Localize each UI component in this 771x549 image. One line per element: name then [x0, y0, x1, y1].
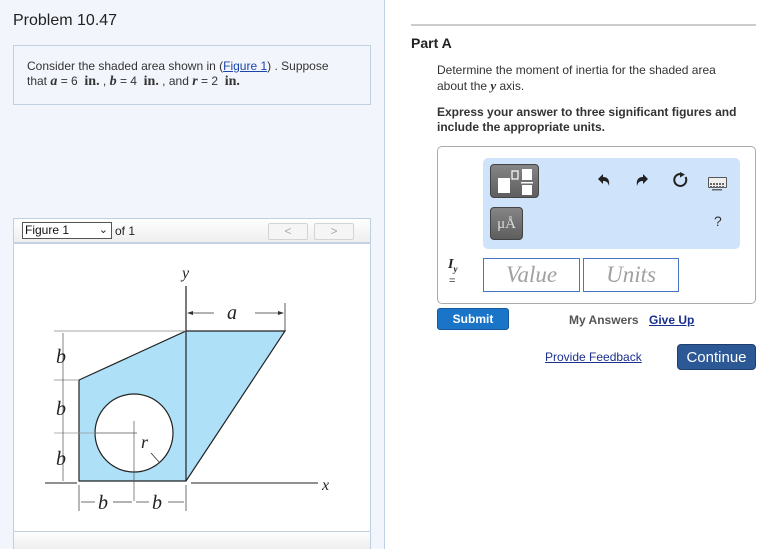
- keyboard-icon[interactable]: [708, 177, 727, 191]
- answer-box: μÅ ? Iy =: [437, 146, 756, 304]
- redo-icon[interactable]: [635, 173, 649, 187]
- a-arrowhead-right: [278, 311, 284, 315]
- b-label-left-2: b: [56, 398, 66, 420]
- templates-button[interactable]: [490, 164, 539, 198]
- give-up-link[interactable]: Give Up: [649, 313, 694, 327]
- statement-text: that: [27, 74, 51, 88]
- var-r: r: [192, 74, 198, 89]
- continue-button[interactable]: Continue: [677, 344, 756, 370]
- submit-button[interactable]: Submit: [437, 308, 509, 330]
- figure-select[interactable]: Figure 1 ⌄: [22, 222, 112, 239]
- var-r-value: 2: [211, 74, 219, 88]
- answer-label: Iy: [448, 258, 457, 276]
- problem-statement: Consider the shaded area shown in (Figur…: [13, 45, 371, 105]
- b-label-bottom-2: b: [152, 492, 162, 514]
- figure-panel: Figure 1 ⌄ of 1 < > y x a b b b r b b: [13, 218, 371, 549]
- figure-footer: [14, 531, 370, 549]
- var-b: b: [109, 74, 117, 89]
- math-toolbar: μÅ ?: [483, 158, 740, 249]
- equals-sign: =: [449, 275, 456, 287]
- chevron-down-icon: ⌄: [98, 224, 108, 236]
- value-input[interactable]: [483, 258, 580, 292]
- var-a-unit: in.: [84, 74, 100, 89]
- var-a: a: [50, 74, 58, 89]
- r-label: r: [141, 432, 149, 452]
- instruction-text: Express your answer to three significant…: [437, 105, 737, 134]
- problem-panel: Problem 10.47 Consider the shaded area s…: [0, 0, 385, 549]
- var-a-value: 6: [71, 74, 78, 88]
- divider: [411, 24, 756, 26]
- units-button[interactable]: μÅ: [490, 207, 523, 240]
- question-line: Determine the moment of inertia for the …: [437, 63, 716, 77]
- part-title: Part A: [411, 35, 452, 51]
- provide-feedback-link[interactable]: Provide Feedback: [545, 350, 642, 364]
- units-input[interactable]: [583, 258, 679, 292]
- statement-text: Consider the shaded area shown in (: [27, 59, 224, 73]
- question-line: about the: [437, 79, 491, 93]
- my-answers-label: My Answers: [569, 313, 639, 327]
- figure-select-value: Figure 1: [25, 223, 70, 237]
- y-axis-label: y: [180, 265, 190, 282]
- next-figure-button[interactable]: >: [314, 223, 354, 240]
- var-r-unit: in.: [224, 74, 240, 89]
- b-label-left-1: b: [56, 346, 66, 368]
- question-text: Determine the moment of inertia for the …: [437, 63, 757, 94]
- figure-count: of 1: [115, 224, 136, 238]
- undo-icon[interactable]: [597, 173, 611, 187]
- var-b-value: 4: [130, 74, 137, 88]
- reset-icon[interactable]: [673, 172, 689, 188]
- problem-title: Problem 10.47: [13, 12, 118, 29]
- a-label: a: [227, 302, 237, 324]
- r-arrow: [150, 452, 160, 463]
- figure-link[interactable]: Figure 1: [223, 59, 267, 73]
- question-line: axis.: [496, 79, 525, 93]
- answer-label-sub: y: [453, 263, 458, 274]
- shaded-area: [78, 330, 287, 482]
- statement-text: and: [168, 74, 189, 88]
- help-icon[interactable]: ?: [714, 213, 722, 229]
- statement-text: ) . Suppose: [267, 59, 329, 73]
- figure-toolbar: Figure 1 ⌄ of 1 < >: [14, 219, 370, 244]
- var-b-unit: in.: [143, 74, 159, 89]
- x-axis-label: x: [321, 477, 329, 494]
- b-label-bottom-1: b: [98, 492, 108, 514]
- b-label-left-3: b: [56, 448, 66, 470]
- a-arrowhead-left: [187, 311, 193, 315]
- previous-figure-button[interactable]: <: [268, 223, 308, 240]
- figure-diagram: y x a b b b r b b: [45, 265, 329, 514]
- templates-icon: [498, 169, 533, 195]
